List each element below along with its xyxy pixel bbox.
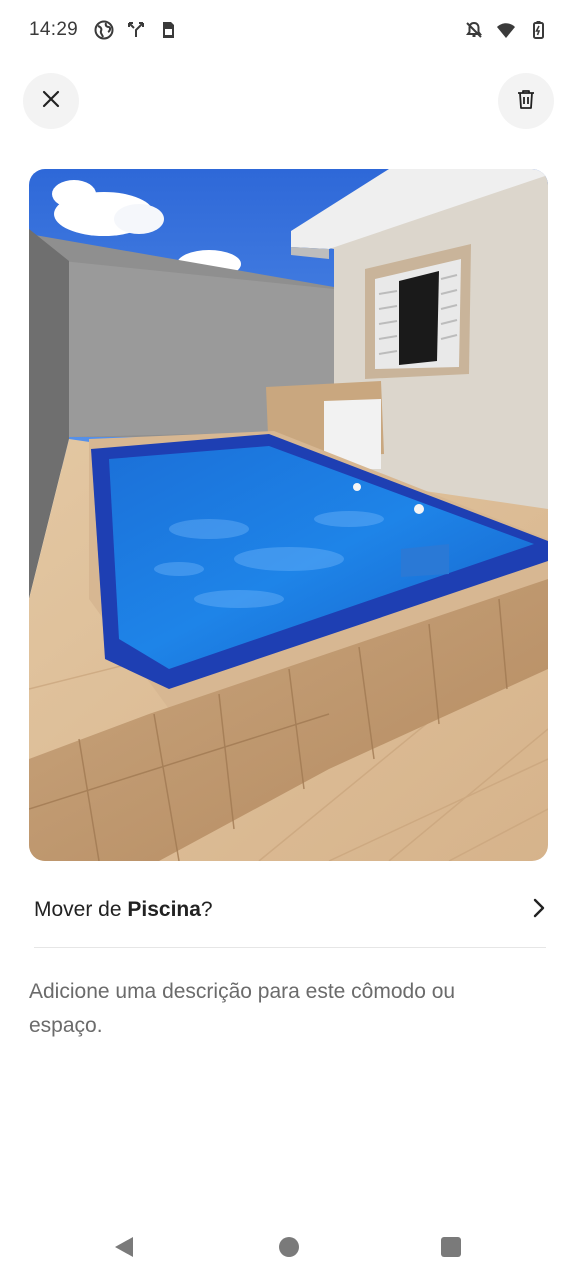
move-room-text: Mover de Piscina? bbox=[34, 898, 213, 922]
sim-card-icon bbox=[158, 20, 178, 40]
notifications-off-icon bbox=[464, 20, 484, 40]
move-room-prefix: Mover de bbox=[34, 898, 128, 921]
close-button[interactable] bbox=[23, 73, 79, 129]
globe-icon bbox=[94, 20, 114, 40]
call-split-icon bbox=[126, 20, 146, 40]
status-time: 14:29 bbox=[29, 19, 79, 40]
battery-icon bbox=[528, 20, 548, 40]
wifi-icon bbox=[496, 20, 516, 40]
recents-icon[interactable] bbox=[441, 1237, 461, 1257]
screen: 14:29 Mover de Piscina? Adicione uma des… bbox=[0, 0, 576, 1280]
description-field[interactable]: Adicione uma descrição para este cômodo … bbox=[29, 975, 529, 1043]
back-icon[interactable] bbox=[113, 1235, 135, 1259]
move-room-name: Piscina bbox=[127, 898, 201, 921]
chevron-right-icon bbox=[532, 897, 546, 924]
move-room-row[interactable]: Mover de Piscina? bbox=[34, 884, 546, 936]
home-icon[interactable] bbox=[279, 1237, 299, 1257]
move-room-suffix: ? bbox=[200, 898, 213, 921]
pool-photo bbox=[29, 169, 548, 861]
delete-button[interactable] bbox=[498, 73, 554, 129]
close-icon bbox=[41, 89, 61, 114]
status-bar: 14:29 bbox=[0, 0, 576, 62]
divider bbox=[34, 947, 546, 948]
trash-icon bbox=[515, 88, 537, 115]
navigation-bar bbox=[0, 1215, 576, 1280]
